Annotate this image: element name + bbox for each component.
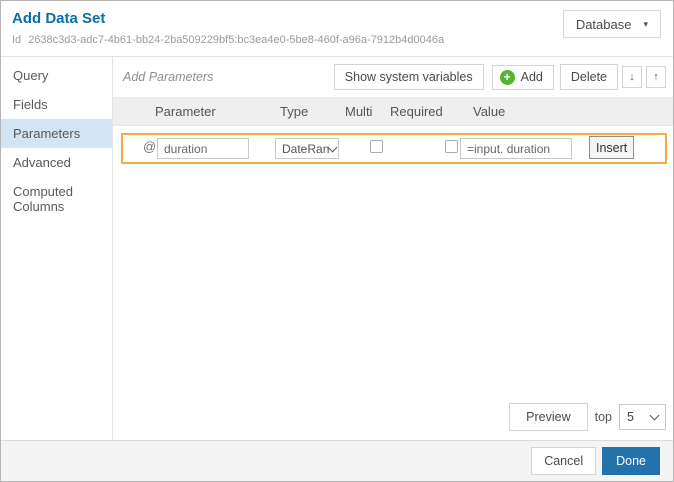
parameter-type-value: DateRan — [282, 142, 329, 156]
chevron-down-icon — [328, 142, 338, 152]
preview-controls: Preview top 5 — [509, 403, 666, 431]
parameters-toolbar: Add Parameters Show system variables + A… — [113, 57, 673, 97]
dialog-header: Add Data Set Id2638c3d3-adc7-4b61-bb24-2… — [1, 1, 673, 57]
dataset-id-label: Id — [12, 34, 21, 46]
add-plus-icon: + — [500, 70, 515, 85]
database-dropdown-label: Database — [576, 17, 632, 32]
sidebar: Query Fields Parameters Advanced Compute… — [1, 57, 113, 440]
chevron-down-icon: ▾ — [643, 19, 648, 30]
column-header-parameter: Parameter — [155, 104, 216, 119]
move-down-button[interactable]: ↓ — [622, 66, 642, 88]
sidebar-item-query[interactable]: Query — [1, 61, 112, 90]
column-header-required: Required — [390, 104, 443, 119]
database-dropdown-button[interactable]: Database ▾ — [563, 10, 661, 38]
add-button-label: Add — [521, 70, 543, 84]
show-system-variables-button[interactable]: Show system variables — [334, 64, 484, 90]
parameter-name-input[interactable] — [157, 138, 249, 159]
top-count-value: 5 — [627, 410, 634, 424]
delete-parameter-button[interactable]: Delete — [560, 64, 618, 90]
sidebar-item-fields[interactable]: Fields — [1, 90, 112, 119]
move-up-button[interactable]: ↑ — [646, 66, 666, 88]
multi-checkbox[interactable] — [370, 140, 383, 153]
parameter-row-active: @ DateRan Insert — [121, 133, 667, 164]
sidebar-item-computed-columns[interactable]: Computed Columns — [1, 177, 112, 221]
preview-button[interactable]: Preview — [509, 403, 587, 431]
parameter-type-select[interactable]: DateRan — [275, 138, 339, 159]
column-header-value: Value — [473, 104, 505, 119]
top-count-select[interactable]: 5 — [619, 404, 666, 430]
required-checkbox[interactable] — [445, 140, 458, 153]
sidebar-item-parameters[interactable]: Parameters — [1, 119, 112, 148]
dataset-id-value: 2638c3d3-adc7-4b61-bb24-2ba509229bf5:bc3… — [28, 34, 444, 46]
parameters-panel: Add Parameters Show system variables + A… — [113, 57, 673, 440]
chevron-down-icon — [650, 411, 660, 421]
cancel-button[interactable]: Cancel — [531, 447, 596, 475]
dialog-body: Query Fields Parameters Advanced Compute… — [1, 57, 673, 440]
done-button[interactable]: Done — [602, 447, 660, 475]
parameter-value-input[interactable] — [460, 138, 572, 159]
insert-button[interactable]: Insert — [589, 136, 634, 159]
add-data-set-dialog: Add Data Set Id2638c3d3-adc7-4b61-bb24-2… — [0, 0, 674, 482]
column-header-multi: Multi — [345, 104, 372, 119]
top-label: top — [595, 410, 612, 424]
add-parameter-button[interactable]: + Add — [492, 65, 554, 90]
parameters-table-header: Parameter Type Multi Required Value — [113, 97, 673, 126]
column-header-type: Type — [280, 104, 308, 119]
parameter-prefix: @ — [143, 139, 156, 154]
dialog-footer: Cancel Done — [1, 440, 673, 481]
sidebar-item-advanced[interactable]: Advanced — [1, 148, 112, 177]
section-title: Add Parameters — [123, 70, 326, 84]
